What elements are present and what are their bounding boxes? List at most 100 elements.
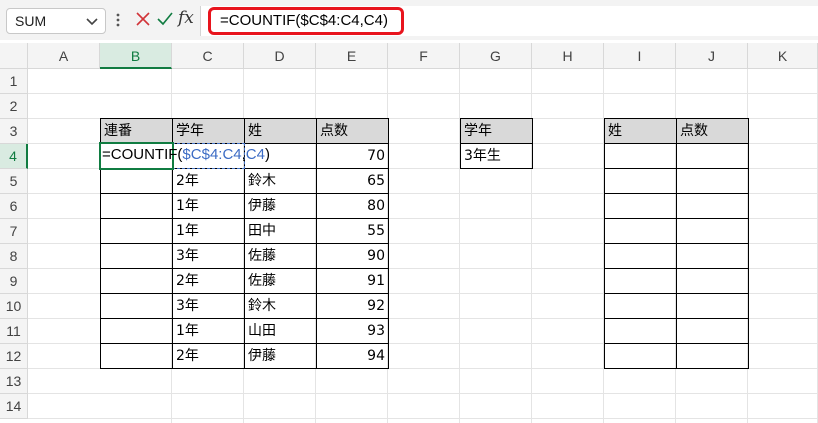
result-name-cell[interactable] [604, 268, 677, 294]
grade-cell[interactable]: 1年 [172, 318, 245, 344]
row-header-4[interactable]: 4 [0, 144, 28, 169]
no-cell[interactable] [100, 293, 173, 319]
row-header-12[interactable]: 12 [0, 344, 28, 369]
row-header-5[interactable]: 5 [0, 169, 28, 194]
row-header-7[interactable]: 7 [0, 219, 28, 244]
result-score-cell[interactable] [676, 168, 749, 194]
column-header-h[interactable]: H [532, 43, 604, 69]
grade-cell[interactable]: 1年 [172, 193, 245, 219]
score-cell[interactable]: 55 [316, 218, 389, 244]
result-score-cell[interactable] [676, 293, 749, 319]
grade-cell[interactable]: 3年 [172, 293, 245, 319]
result-header-cell[interactable]: 点数 [676, 118, 749, 144]
name-cell[interactable]: 田中 [244, 218, 317, 244]
row-header-9[interactable]: 9 [0, 269, 28, 294]
row-header-2[interactable]: 2 [0, 94, 28, 119]
result-name-cell[interactable] [604, 343, 677, 369]
chevron-down-icon[interactable] [82, 10, 102, 36]
column-header-f[interactable]: F [388, 43, 460, 69]
name-cell[interactable]: 佐藤 [244, 268, 317, 294]
result-score-cell[interactable] [676, 243, 749, 269]
insert-function-icon[interactable]: fx [178, 8, 194, 28]
worksheet-grid: A B C D E F G H I J K 1 2 3 4 5 6 7 8 9 10 11 12 13 14 連番 学年姓点数 70 2… [0, 43, 818, 423]
result-name-cell[interactable] [604, 168, 677, 194]
formula-input[interactable]: =COUNTIF($C$4:C4,C4) [208, 7, 404, 35]
score-cell[interactable]: 70 [316, 143, 389, 169]
no-cell[interactable] [100, 243, 173, 269]
result-header-cell[interactable]: 姓 [604, 118, 677, 144]
result-name-cell[interactable] [604, 243, 677, 269]
name-box-value: SUM [15, 13, 47, 29]
no-cell[interactable] [100, 268, 173, 294]
result-score-cell[interactable] [676, 268, 749, 294]
result-score-cell[interactable] [676, 343, 749, 369]
name-cell[interactable]: 鈴木 [244, 293, 317, 319]
no-cell[interactable] [100, 218, 173, 244]
more-options-icon[interactable] [116, 12, 120, 31]
cancel-icon[interactable] [134, 10, 152, 32]
formula-part-ref1: $C$4:C4 [182, 146, 242, 163]
row-header-10[interactable]: 10 [0, 294, 28, 319]
column-header-k[interactable]: K [748, 43, 818, 69]
row-header-13[interactable]: 13 [0, 369, 28, 394]
criteria-value-cell[interactable]: 3年生 [460, 143, 533, 169]
formula-bar: SUM fx =COUNTIF($C$4:C4,C4) [0, 0, 818, 40]
result-name-cell[interactable] [604, 193, 677, 219]
name-box[interactable]: SUM [6, 8, 106, 34]
grade-cell[interactable]: 2年 [172, 268, 245, 294]
score-cell[interactable]: 90 [316, 243, 389, 269]
column-header-j[interactable]: J [676, 43, 748, 69]
table-header-cell[interactable]: 連番 [100, 118, 173, 144]
column-header-d[interactable]: D [244, 43, 316, 69]
column-header-i[interactable]: I [604, 43, 676, 69]
grade-cell[interactable]: 2年 [172, 343, 245, 369]
row-header-6[interactable]: 6 [0, 194, 28, 219]
gridline [28, 393, 818, 394]
select-all-corner[interactable] [0, 43, 28, 69]
table-header-cell[interactable]: 学年 [172, 118, 245, 144]
result-score-cell[interactable] [676, 193, 749, 219]
result-score-cell[interactable] [676, 318, 749, 344]
column-header-a[interactable]: A [28, 43, 100, 69]
row-header-11[interactable]: 11 [0, 319, 28, 344]
name-cell[interactable]: 山田 [244, 318, 317, 344]
gridline [28, 93, 818, 94]
no-cell[interactable] [100, 168, 173, 194]
in-cell-formula[interactable]: =COUNTIF($C$4:C4,C4) [102, 143, 270, 167]
column-header-b[interactable]: B [100, 43, 172, 69]
score-cell[interactable]: 65 [316, 168, 389, 194]
result-name-cell[interactable] [604, 293, 677, 319]
name-cell[interactable]: 伊藤 [244, 343, 317, 369]
no-cell[interactable] [100, 318, 173, 344]
column-header-g[interactable]: G [460, 43, 532, 69]
name-cell[interactable]: 鈴木 [244, 168, 317, 194]
criteria-header-cell[interactable]: 学年 [460, 118, 533, 144]
score-cell[interactable]: 93 [316, 318, 389, 344]
column-header-e[interactable]: E [316, 43, 388, 69]
enter-check-icon[interactable] [156, 10, 174, 32]
no-cell[interactable] [100, 193, 173, 219]
result-score-cell[interactable] [676, 143, 749, 169]
table-header-cell[interactable]: 姓 [244, 118, 317, 144]
no-cell[interactable] [100, 343, 173, 369]
name-cell[interactable]: 伊藤 [244, 193, 317, 219]
grade-cell[interactable]: 3年 [172, 243, 245, 269]
name-cell[interactable]: 佐藤 [244, 243, 317, 269]
row-header-8[interactable]: 8 [0, 244, 28, 269]
column-header-c[interactable]: C [172, 43, 244, 69]
score-cell[interactable]: 92 [316, 293, 389, 319]
row-header-14[interactable]: 14 [0, 394, 28, 419]
grade-cell[interactable]: 1年 [172, 218, 245, 244]
table-header-cell[interactable]: 点数 [316, 118, 389, 144]
grade-cell[interactable]: 2年 [172, 168, 245, 194]
score-cell[interactable]: 94 [316, 343, 389, 369]
gridline [28, 418, 818, 419]
row-header-3[interactable]: 3 [0, 119, 28, 144]
score-cell[interactable]: 91 [316, 268, 389, 294]
result-name-cell[interactable] [604, 143, 677, 169]
score-cell[interactable]: 80 [316, 193, 389, 219]
row-header-1[interactable]: 1 [0, 69, 28, 94]
result-score-cell[interactable] [676, 218, 749, 244]
result-name-cell[interactable] [604, 218, 677, 244]
result-name-cell[interactable] [604, 318, 677, 344]
